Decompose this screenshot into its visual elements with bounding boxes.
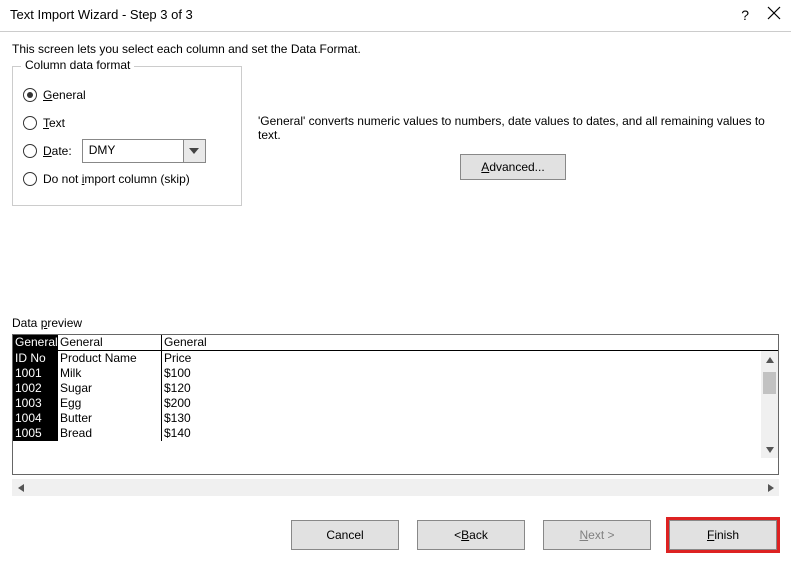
preview-row: 1001Milk$100 xyxy=(13,366,778,381)
group-legend: Column data format xyxy=(21,58,134,72)
preview-header-row[interactable]: General General General xyxy=(13,335,778,351)
preview-row: 1004Butter$130 xyxy=(13,411,778,426)
dialog-title: Text Import Wizard - Step 3 of 3 xyxy=(10,7,193,22)
col-header[interactable]: General xyxy=(161,335,261,350)
preview-cell: $140 xyxy=(161,426,261,441)
preview-cell: Sugar xyxy=(57,381,161,396)
format-description: 'General' converts numeric values to num… xyxy=(258,114,768,142)
radio-general[interactable]: General xyxy=(23,83,231,107)
preview-cell: $130 xyxy=(161,411,261,426)
scroll-down-icon[interactable] xyxy=(761,441,778,458)
preview-row: 1002Sugar$120 xyxy=(13,381,778,396)
preview-cell: ID No xyxy=(13,351,57,366)
intro-text: This screen lets you select each column … xyxy=(12,42,779,56)
radio-general-label: General xyxy=(43,88,86,102)
preview-cell: Price xyxy=(161,351,261,366)
vertical-scrollbar[interactable] xyxy=(761,351,778,458)
preview-cell: 1004 xyxy=(13,411,57,426)
radio-text[interactable]: Text xyxy=(23,111,231,135)
radio-date-label: Date: xyxy=(43,144,72,158)
preview-cell: Milk xyxy=(57,366,161,381)
advanced-button[interactable]: Advanced... xyxy=(460,154,565,180)
preview-cell: 1005 xyxy=(13,426,57,441)
radio-skip-label: Do not import column (skip) xyxy=(43,172,190,186)
preview-label: Data preview xyxy=(12,316,779,330)
back-button[interactable]: < Back xyxy=(417,520,525,550)
cancel-button[interactable]: Cancel xyxy=(291,520,399,550)
col-header[interactable]: General xyxy=(57,335,161,350)
scroll-left-icon[interactable] xyxy=(12,479,29,496)
preview-cell: $120 xyxy=(161,381,261,396)
preview-cell: Egg xyxy=(57,396,161,411)
radio-icon xyxy=(23,172,37,186)
scroll-thumb[interactable] xyxy=(763,372,776,394)
radio-icon xyxy=(23,88,37,102)
preview-cell: $100 xyxy=(161,366,261,381)
preview-row: ID NoProduct NamePrice xyxy=(13,351,778,366)
help-icon[interactable]: ? xyxy=(741,7,749,23)
scroll-up-icon[interactable] xyxy=(761,351,778,368)
chevron-down-icon xyxy=(183,140,205,162)
preview-cell: Butter xyxy=(57,411,161,426)
horizontal-scrollbar[interactable] xyxy=(12,479,779,496)
preview-cell: 1002 xyxy=(13,381,57,396)
radio-date[interactable]: Date: DMY xyxy=(23,139,231,163)
preview-row: 1005Bread$140 xyxy=(13,426,778,441)
next-button: Next > xyxy=(543,520,651,550)
preview-cell: $200 xyxy=(161,396,261,411)
preview-cell: Bread xyxy=(57,426,161,441)
radio-icon xyxy=(23,116,37,130)
col-header[interactable]: General xyxy=(13,335,57,350)
date-format-select[interactable]: DMY xyxy=(82,139,206,163)
finish-button[interactable]: Finish xyxy=(669,520,777,550)
radio-icon xyxy=(23,144,37,158)
preview-cell: 1001 xyxy=(13,366,57,381)
scroll-right-icon[interactable] xyxy=(762,479,779,496)
radio-text-label: Text xyxy=(43,116,65,130)
close-icon[interactable] xyxy=(767,6,781,23)
date-format-value: DMY xyxy=(83,140,183,162)
preview-cell: Product Name xyxy=(57,351,161,366)
radio-skip[interactable]: Do not import column (skip) xyxy=(23,167,231,191)
preview-cell: 1003 xyxy=(13,396,57,411)
preview-row: 1003Egg$200 xyxy=(13,396,778,411)
data-preview: General General General ID NoProduct Nam… xyxy=(12,334,779,475)
